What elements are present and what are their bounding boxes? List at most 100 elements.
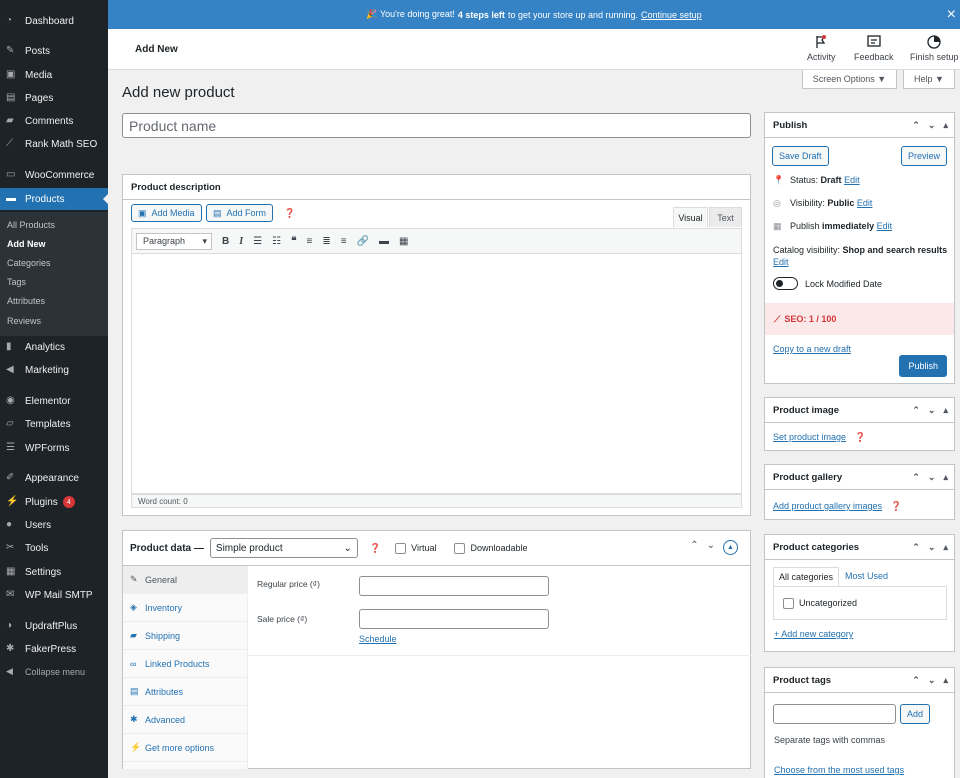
move-up-icon[interactable]: ⌃ [912, 405, 920, 416]
finish-setup-button[interactable]: Finish setup [910, 34, 959, 62]
submenu-categories[interactable]: Categories [7, 258, 51, 268]
move-down-icon[interactable]: ⌄ [707, 540, 715, 555]
tab-general[interactable]: ✎ General [123, 566, 247, 594]
help-icon[interactable]: ❓ [284, 208, 295, 219]
help-button[interactable]: Help ▼ [903, 70, 955, 89]
activity-button[interactable]: Activity [807, 34, 836, 62]
close-icon[interactable]: × [947, 6, 956, 24]
menu-collapse[interactable]: ◀ Collapse menu [0, 661, 108, 683]
choose-tags-link[interactable]: Choose from the most used tags [774, 765, 904, 775]
submenu-reviews[interactable]: Reviews [7, 316, 41, 326]
tab-visual[interactable]: Visual [673, 207, 708, 227]
tab-get-more-options[interactable]: ⚡ Get more options [123, 734, 247, 762]
italic-icon[interactable]: I [239, 236, 243, 247]
preview-button[interactable]: Preview [900, 146, 947, 166]
tab-linked-products[interactable]: ∞ Linked Products [123, 650, 247, 678]
help-icon[interactable]: ❓ [855, 432, 866, 442]
move-up-icon[interactable]: ⌃ [912, 472, 920, 483]
menu-media[interactable]: ▣ Media [0, 64, 108, 86]
visibility-edit-link[interactable]: Edit [857, 198, 873, 208]
virtual-checkbox[interactable]: Virtual [395, 542, 436, 554]
add-form-button[interactable]: ▤ Add Form [206, 204, 274, 222]
move-down-icon[interactable]: ⌄ [928, 675, 936, 686]
menu-products[interactable]: ▬ Products [0, 188, 108, 210]
seo-score[interactable]: ⟋ SEO: 1 / 100 [765, 303, 954, 335]
move-up-icon[interactable]: ⌃ [912, 542, 920, 553]
align-left-icon[interactable]: ≡ [306, 236, 312, 247]
toggle-panel-icon[interactable]: ▴ [943, 120, 948, 131]
align-right-icon[interactable]: ≡ [341, 236, 347, 247]
screen-options-button[interactable]: Screen Options ▼ [802, 70, 897, 89]
add-tag-button[interactable]: Add [900, 704, 931, 724]
toolbar-toggle-icon[interactable]: ▦ [399, 236, 408, 247]
tab-advanced[interactable]: ✱ Advanced [123, 706, 247, 734]
product-type-select[interactable]: Simple product ⌄ [209, 538, 358, 558]
move-down-icon[interactable]: ⌄ [928, 542, 936, 553]
submenu-attributes[interactable]: Attributes [7, 296, 45, 306]
toggle-panel-icon[interactable]: ▲ [723, 540, 738, 555]
tab-attributes[interactable]: ▤ Attributes [123, 678, 247, 706]
menu-users[interactable]: ● Users [0, 514, 108, 536]
regular-price-input[interactable] [359, 576, 549, 596]
sale-price-input[interactable] [359, 609, 549, 629]
publish-time-edit-link[interactable]: Edit [877, 221, 893, 231]
more-tag-icon[interactable]: ▬ [379, 236, 389, 247]
menu-woocommerce[interactable]: ▭ WooCommerce [0, 164, 108, 186]
menu-rank-math[interactable]: ⟋ Rank Math SEO [0, 133, 108, 155]
toggle-panel-icon[interactable]: ▴ [943, 405, 948, 416]
save-draft-button[interactable]: Save Draft [772, 146, 829, 166]
catalog-edit-link[interactable]: Edit [773, 257, 789, 267]
link-icon[interactable]: 🔗 [357, 236, 369, 247]
menu-wpforms[interactable]: ☰ WPForms [0, 437, 108, 459]
numbered-list-icon[interactable]: ☷ [272, 236, 281, 247]
quote-icon[interactable]: ❝ [291, 236, 296, 247]
help-icon[interactable]: ❓ [891, 501, 902, 511]
uncategorized-checkbox[interactable] [783, 597, 794, 609]
bold-icon[interactable]: B [222, 236, 229, 247]
format-select[interactable]: Paragraph ▾ [136, 232, 212, 250]
tab-shipping[interactable]: ▰ Shipping [123, 622, 247, 650]
menu-comments[interactable]: ▰ Comments [0, 110, 108, 132]
menu-analytics[interactable]: ▮ Analytics [0, 336, 108, 358]
move-up-icon[interactable]: ⌃ [690, 540, 698, 555]
submenu-all-products[interactable]: All Products [7, 220, 55, 230]
downloadable-checkbox[interactable]: Downloadable [454, 542, 528, 554]
menu-elementor[interactable]: ◉ Elementor [0, 390, 108, 412]
tab-text[interactable]: Text [709, 207, 742, 227]
move-up-icon[interactable]: ⌃ [912, 675, 920, 686]
move-down-icon[interactable]: ⌄ [928, 405, 936, 416]
menu-plugins[interactable]: ⚡ Plugins 4 [0, 491, 108, 513]
align-center-icon[interactable]: ≣ [322, 236, 330, 247]
tag-input[interactable] [773, 704, 896, 724]
lock-modified-toggle[interactable]: Lock Modified Date [773, 277, 882, 290]
publish-button[interactable]: Publish [899, 355, 947, 377]
continue-setup-link[interactable]: Continue setup [641, 10, 702, 20]
add-gallery-images-link[interactable]: Add product gallery images [773, 501, 882, 511]
menu-updraftplus[interactable]: ◑ UpdraftPlus [0, 615, 108, 637]
menu-templates[interactable]: ▱ Templates [0, 413, 108, 435]
move-up-icon[interactable]: ⌃ [912, 120, 920, 131]
tab-most-used[interactable]: Most Used [845, 571, 888, 581]
status-edit-link[interactable]: Edit [844, 175, 860, 185]
submenu-add-new[interactable]: Add New [7, 239, 46, 249]
menu-tools[interactable]: ✂ Tools [0, 537, 108, 559]
tab-all-categories[interactable]: All categories [773, 567, 840, 586]
menu-settings[interactable]: ▦ Settings [0, 561, 108, 583]
menu-fakerpress[interactable]: ✱ FakerPress [0, 638, 108, 660]
copy-to-draft-link[interactable]: Copy to a new draft [773, 344, 851, 354]
set-product-image-link[interactable]: Set product image [773, 432, 846, 442]
add-category-link[interactable]: + Add new category [774, 629, 853, 639]
help-icon[interactable]: ❓ [370, 543, 381, 554]
schedule-link[interactable]: Schedule [359, 634, 397, 644]
toggle-panel-icon[interactable]: ▴ [943, 675, 948, 686]
submenu-tags[interactable]: Tags [7, 277, 26, 287]
toggle-panel-icon[interactable]: ▴ [943, 542, 948, 553]
add-media-button[interactable]: ▣ Add Media [131, 204, 202, 222]
menu-marketing[interactable]: ◀ Marketing [0, 359, 108, 381]
menu-appearance[interactable]: ✐ Appearance [0, 467, 108, 489]
tab-inventory[interactable]: ◈ Inventory [123, 594, 247, 622]
menu-dashboard[interactable]: ◔ Dashboard [0, 10, 108, 32]
move-down-icon[interactable]: ⌄ [928, 120, 936, 131]
menu-pages[interactable]: ▤ Pages [0, 87, 108, 109]
menu-posts[interactable]: ✎ Posts [0, 40, 108, 62]
